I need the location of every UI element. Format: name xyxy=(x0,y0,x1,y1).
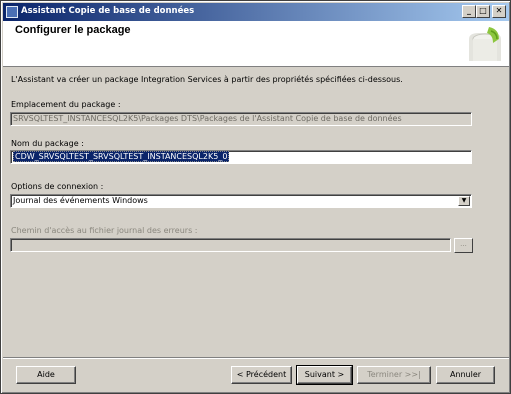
next-button[interactable]: Suivant > xyxy=(296,365,353,385)
help-button[interactable]: Aide xyxy=(16,366,76,384)
database-package-icon xyxy=(465,25,505,65)
intro-text: L'Assistant va créer un package Integrat… xyxy=(11,75,403,84)
error-log-path-label: Chemin d'accès au fichier journal des er… xyxy=(11,226,198,235)
package-location-label: Emplacement du package : xyxy=(11,100,121,109)
error-log-path-field[interactable] xyxy=(10,238,451,252)
app-icon xyxy=(6,6,18,18)
cancel-button[interactable]: Annuler xyxy=(436,366,495,384)
finish-button[interactable]: Terminer >>| xyxy=(357,366,431,384)
package-name-value: CDW_SRVSQLTEST_SRVSQLTEST_INSTANCESQL2K5… xyxy=(13,151,230,162)
chevron-down-icon[interactable]: ▼ xyxy=(458,196,470,206)
title-bar[interactable]: Assistant Copie de base de données _ □ ✕ xyxy=(3,3,509,21)
previous-button[interactable]: < Précédent xyxy=(231,366,292,384)
logging-options-value: Journal des événements Windows xyxy=(13,196,148,205)
package-name-field[interactable]: CDW_SRVSQLTEST_SRVSQLTEST_INSTANCESQL2K5… xyxy=(10,150,472,164)
minimize-button[interactable]: _ xyxy=(462,5,476,18)
package-location-field[interactable]: SRVSQLTEST_INSTANCESQL2K5\Packages DTS\P… xyxy=(10,112,472,126)
logging-options-label: Options de connexion : xyxy=(11,182,104,191)
close-button[interactable]: ✕ xyxy=(492,5,506,18)
page-title: Configurer le package xyxy=(15,24,131,36)
footer-divider xyxy=(3,357,509,359)
window-title: Assistant Copie de base de données xyxy=(21,6,195,16)
package-name-label: Nom du package : xyxy=(11,139,84,148)
browse-button[interactable]: ... xyxy=(454,238,473,253)
maximize-button[interactable]: □ xyxy=(476,5,490,18)
logging-options-select[interactable]: Journal des événements Windows ▼ xyxy=(10,194,472,208)
wizard-window: Assistant Copie de base de données _ □ ✕… xyxy=(0,0,511,394)
wizard-header: Configurer le package xyxy=(3,21,509,67)
